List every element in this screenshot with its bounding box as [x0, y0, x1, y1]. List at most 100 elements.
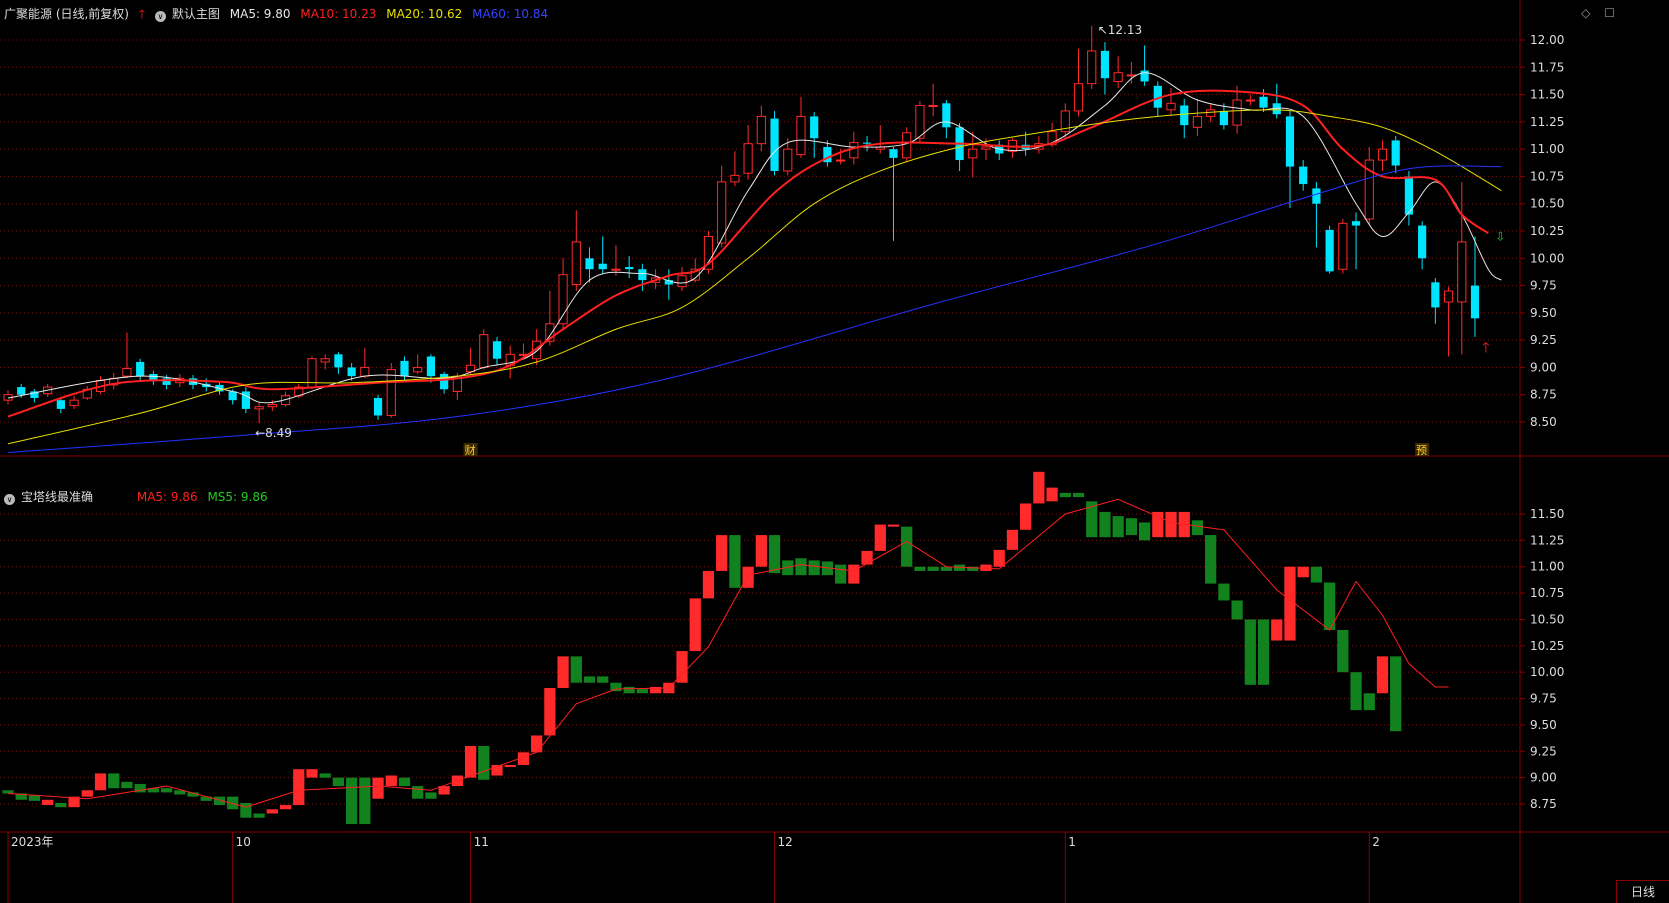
down-candle — [810, 112, 819, 158]
indicator-tick-label: 8.75 — [1530, 797, 1557, 811]
candle-body — [479, 334, 489, 368]
indicator-name[interactable]: 宝塔线最准确 — [21, 490, 93, 504]
candle-body — [1219, 110, 1228, 126]
tower-up-bar — [716, 535, 728, 571]
tower-down-bar — [108, 773, 120, 789]
down-candle — [400, 356, 409, 381]
candle-body — [254, 406, 264, 410]
price-tick-label: 10.50 — [1530, 197, 1564, 211]
candle-body — [56, 400, 65, 409]
date-tick-label: 1 — [1068, 835, 1076, 849]
stock-title[interactable]: 广聚能源 (日线,前复权) — [4, 7, 129, 21]
down-candle — [1285, 110, 1295, 209]
tower-down-bar — [1231, 600, 1243, 620]
down-candle — [625, 256, 634, 278]
candle-body — [440, 373, 449, 390]
candle-body — [558, 274, 568, 325]
tower-down-bar — [1350, 672, 1362, 711]
tower-down-bar — [240, 802, 252, 818]
down-candle — [664, 269, 673, 300]
up-candle — [307, 356, 317, 390]
down-candle — [1312, 181, 1321, 248]
tower-down-bar — [1099, 511, 1111, 538]
square-icon[interactable]: ☐ — [1604, 6, 1615, 20]
diamond-icon[interactable]: ◇ — [1581, 6, 1590, 20]
candle-body — [69, 399, 79, 407]
date-axis: 2023年 10 11 12 1 2 — [7, 832, 1380, 903]
kline-chart[interactable]: 12.00 11.75 11.50 11.25 11.00 10.75 10.50 10.25… — [0, 0, 1669, 903]
up-candle — [571, 210, 581, 292]
candle-body — [968, 148, 978, 159]
down-candle — [1418, 221, 1427, 270]
up-candle — [69, 395, 79, 409]
template-label[interactable]: 默认主图 — [172, 7, 220, 21]
date-tick-label: 12 — [778, 835, 793, 849]
down-candle — [1140, 45, 1149, 86]
tower-up-bar — [279, 805, 292, 810]
tower-up-bar — [266, 809, 278, 814]
down-candle — [638, 263, 647, 292]
tower-up-bar — [385, 775, 397, 787]
template-toggle-icon[interactable]: ∨ — [154, 11, 166, 22]
candle-body — [981, 146, 991, 150]
candle-body — [1100, 50, 1110, 79]
down-candle — [995, 140, 1004, 161]
tower-down-bar — [1112, 516, 1124, 538]
tower-down-bar — [359, 777, 371, 825]
tower-down-bar — [121, 781, 133, 789]
tower-down-bar — [1125, 518, 1137, 536]
candle-body — [400, 360, 409, 377]
up-candle — [1126, 61, 1136, 84]
candle-body — [1391, 140, 1400, 166]
up-candle — [703, 231, 714, 274]
low-price-label: ←8.49 — [255, 426, 292, 440]
tower-up-bar — [293, 769, 305, 806]
candle-body — [320, 358, 330, 363]
up-candle — [1338, 218, 1348, 274]
indicator-tick-label: 9.00 — [1530, 771, 1557, 785]
tower-down-bar — [1257, 619, 1270, 685]
down-candle — [136, 358, 145, 381]
tower-down-bar — [570, 656, 582, 683]
tower-up-bar — [531, 735, 543, 753]
tower-down-bar — [583, 676, 596, 683]
candle-body — [915, 104, 925, 139]
tower-down-bar — [610, 682, 622, 692]
candle-body — [770, 118, 779, 171]
up-candle — [1113, 56, 1123, 89]
candle-body — [625, 267, 634, 270]
candle-body — [889, 149, 898, 158]
indicator-toggle-icon[interactable]: ∨ — [4, 494, 15, 505]
price-tick-label: 11.00 — [1530, 142, 1564, 156]
up-candle — [1457, 181, 1467, 355]
up-candle — [677, 267, 687, 292]
up-candle — [1192, 98, 1203, 137]
tower-down-bar — [597, 676, 609, 683]
tower-bar-series — [2, 471, 1449, 825]
price-tick-label: 11.25 — [1530, 115, 1564, 129]
candle-body — [862, 142, 872, 144]
tower-down-bar — [901, 526, 913, 567]
price-tick-label: 9.75 — [1530, 279, 1557, 293]
price-tick-label: 10.25 — [1530, 224, 1564, 238]
ma60-line — [7, 165, 1502, 454]
down-candle — [1272, 83, 1281, 119]
ma5-value: MA5: 9.80 — [229, 7, 291, 21]
candle-body — [928, 104, 938, 107]
tower-down-bar — [914, 566, 926, 571]
candle-body — [756, 115, 766, 145]
tower-up-bar — [1376, 656, 1389, 694]
sell-arrow-icon: ⇩ — [1495, 229, 1505, 243]
down-candle — [1219, 103, 1228, 130]
up-candle — [479, 329, 489, 370]
up-candle — [465, 347, 476, 374]
buy-arrow-icon: 🡑 — [1482, 340, 1489, 356]
ma20-value: MA20: 10.62 — [386, 7, 463, 21]
candle-body — [902, 132, 912, 159]
period-tab[interactable]: 日线 — [1616, 880, 1669, 903]
candle-body — [1113, 72, 1123, 82]
candle-body — [1192, 115, 1203, 128]
up-candle — [1087, 25, 1097, 90]
tower-up-bar — [1271, 619, 1283, 641]
tower-down-bar — [28, 795, 41, 801]
